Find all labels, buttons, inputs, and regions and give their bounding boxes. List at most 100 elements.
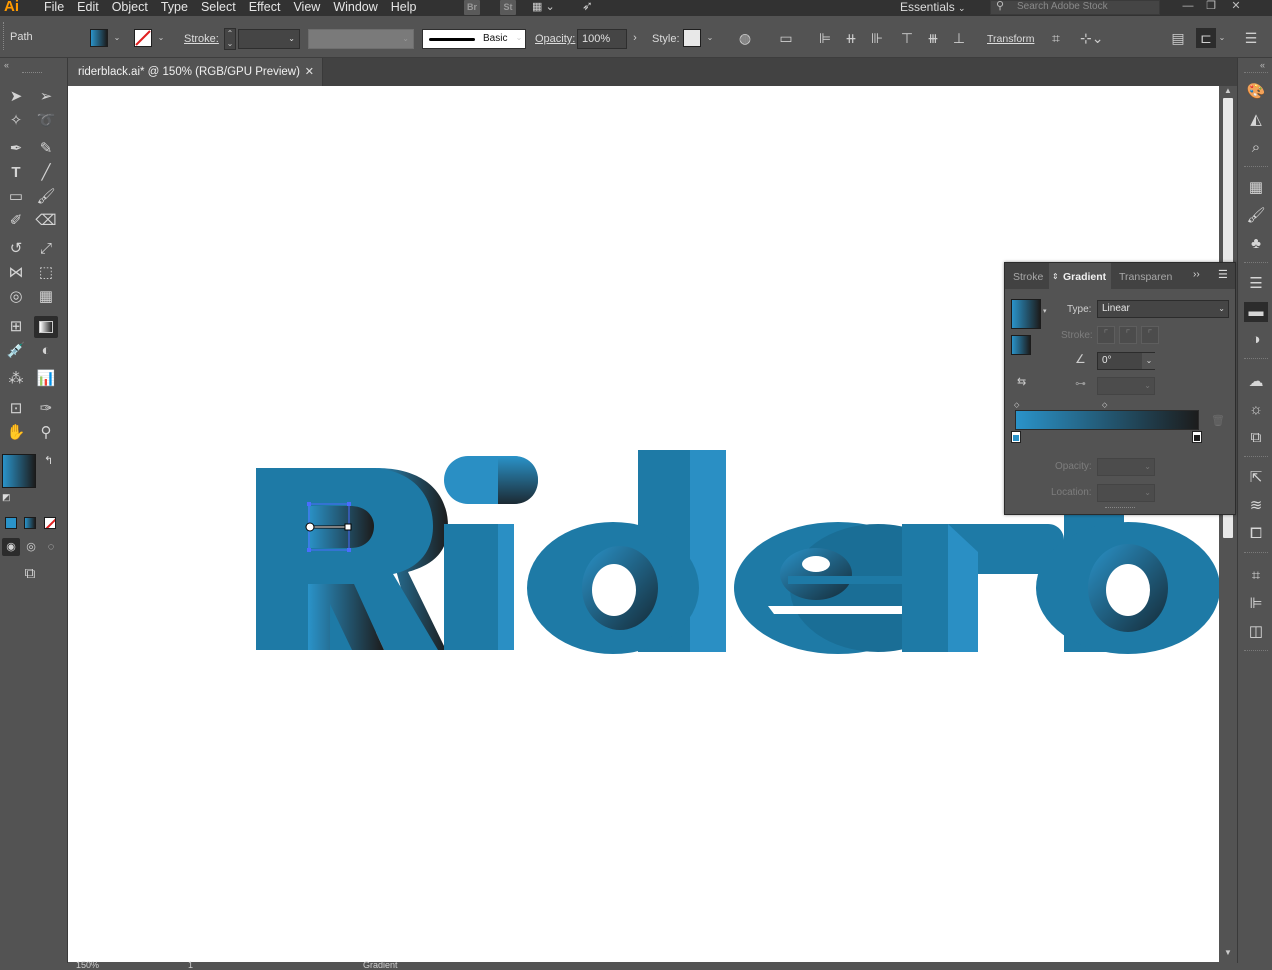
symbol-sprayer-tool-icon[interactable]: ⁂	[4, 368, 28, 390]
zoom-tool-icon[interactable]: ⚲	[34, 422, 58, 444]
layers-panel-icon[interactable]: ≋	[1246, 496, 1266, 516]
align-right-icon[interactable]: ⊪	[867, 28, 887, 48]
menu-file[interactable]: File	[40, 0, 73, 16]
more-tabs-icon[interactable]: ››	[1193, 269, 1200, 280]
align-bottom-icon[interactable]: ⊥	[949, 28, 969, 48]
scale-tool-icon[interactable]: ⤢	[34, 238, 58, 260]
resize-grip-icon[interactable]	[1105, 507, 1135, 508]
chevron-down-icon[interactable]: ⌄	[514, 28, 524, 48]
document-setup-icon[interactable]: ▤	[1168, 28, 1188, 48]
type-tool-icon[interactable]: T	[4, 162, 28, 184]
stop-location-field[interactable]: ⌄	[1097, 484, 1155, 502]
artboards-panel-icon[interactable]: ⧠	[1246, 524, 1266, 544]
scroll-down-icon[interactable]: ▼	[1224, 948, 1232, 957]
graphic-styles-icon[interactable]: ⧉	[1246, 428, 1266, 448]
hand-tool-icon[interactable]: ✋	[4, 422, 28, 444]
menu-object[interactable]: Object	[108, 0, 157, 16]
recolor-artwork-icon[interactable]: ◍	[735, 28, 755, 48]
close-tab-icon[interactable]: ✕	[305, 58, 314, 86]
chevron-down-icon[interactable]: ▾	[1043, 307, 1047, 315]
stroke-weight-stepper[interactable]: ⌃ ⌄	[224, 28, 236, 50]
chevron-down-icon[interactable]: ⌄	[1217, 28, 1227, 48]
rotate-tool-icon[interactable]: ↺	[4, 238, 28, 260]
stroke-within-icon[interactable]: ⌜	[1097, 326, 1115, 344]
shape-icon[interactable]: ▭	[776, 28, 796, 48]
stop-opacity-field[interactable]: ⌄	[1097, 458, 1155, 476]
slice-tool-icon[interactable]: ✑	[34, 398, 58, 420]
menu-edit[interactable]: Edit	[73, 0, 108, 16]
align-vertical-center-icon[interactable]: ⧻	[923, 28, 943, 48]
stock-button[interactable]: St	[500, 0, 516, 15]
expand-panels-icon[interactable]: «	[1260, 60, 1265, 70]
variable-width-profile[interactable]: ⌄	[308, 29, 414, 49]
default-fill-stroke-icon[interactable]: ◩	[2, 492, 11, 503]
align-horizontal-center-icon[interactable]: ⧺	[841, 28, 861, 48]
none-mode-icon[interactable]	[44, 517, 56, 529]
menu-type[interactable]: Type	[157, 0, 197, 16]
align-panel-icon[interactable]: ⊫	[1246, 594, 1266, 614]
stroke-dropdown-icon[interactable]: ⌄	[156, 28, 166, 48]
gradient-tool-icon[interactable]	[34, 316, 58, 338]
pen-tool-icon[interactable]: ✒	[4, 138, 28, 160]
stroke-across-icon[interactable]: ⌜	[1141, 326, 1159, 344]
shape-builder-tool-icon[interactable]: ◎	[4, 286, 28, 308]
image-trace-icon[interactable]: ⌕	[1246, 138, 1266, 158]
symbols-panel-icon[interactable]: ♣	[1246, 234, 1266, 254]
tab-gradient[interactable]: ⇕ Gradient	[1049, 263, 1111, 289]
gradient-type-select[interactable]: Linear ⌄	[1097, 300, 1229, 318]
cc-libraries-icon[interactable]: ☁	[1246, 372, 1266, 392]
aspect-ratio-field[interactable]: ⌄	[1097, 377, 1155, 395]
direct-selection-tool-icon[interactable]: ➢	[34, 86, 58, 108]
free-transform-tool-icon[interactable]: ⬚	[34, 262, 58, 284]
graphic-style-swatch[interactable]	[683, 29, 701, 47]
gradient-mode-icon[interactable]	[24, 517, 36, 529]
selection-tool-icon[interactable]: ➤	[4, 86, 28, 108]
opacity-label[interactable]: Opacity:	[535, 33, 575, 45]
zoom-level[interactable]: 150%	[76, 960, 99, 970]
menu-effect[interactable]: Effect	[245, 0, 290, 16]
swatches-panel-icon[interactable]: ▦	[1246, 178, 1266, 198]
panel-menu-icon[interactable]: ☰	[1218, 268, 1228, 281]
opacity-field[interactable]: 100%	[577, 29, 627, 49]
bridge-button[interactable]: Br	[464, 0, 480, 15]
select-similar-icon[interactable]: ⊹⌄	[1080, 28, 1103, 48]
minimize-icon[interactable]: —	[1180, 0, 1196, 14]
perspective-grid-tool-icon[interactable]: ▦	[34, 286, 58, 308]
chevron-down-icon[interactable]: ⌄	[705, 28, 715, 48]
chevron-right-icon[interactable]: ›	[630, 28, 640, 48]
shaper-tool-icon[interactable]: ✐	[4, 210, 28, 232]
stroke-weight-field[interactable]: ⌄	[238, 29, 300, 49]
transparency-panel-icon[interactable]: ◑	[1246, 330, 1266, 350]
vertical-scrollbar[interactable]: ▲ ▼	[1219, 86, 1237, 962]
blend-tool-icon[interactable]: ◐	[34, 340, 58, 362]
restore-icon[interactable]: ❐	[1203, 0, 1219, 14]
width-tool-icon[interactable]: ⋈	[4, 262, 28, 284]
mesh-tool-icon[interactable]: ⊞	[4, 316, 28, 338]
stroke-swatch[interactable]	[134, 29, 152, 47]
fill-color-swatch[interactable]	[2, 454, 36, 488]
swap-fill-stroke-icon[interactable]: ↰	[44, 454, 53, 467]
appearance-panel-icon[interactable]: ☼	[1246, 400, 1266, 420]
menu-window[interactable]: Window	[329, 0, 386, 16]
line-segment-tool-icon[interactable]: ╱	[34, 162, 58, 184]
midpoint-diamond-icon[interactable]: ◇	[1102, 401, 1107, 409]
isolate-group-icon[interactable]: ⌗	[1046, 28, 1066, 48]
rectangle-tool-icon[interactable]: ▭	[4, 186, 28, 208]
draw-normal-icon[interactable]: ◉	[2, 538, 20, 556]
color-panel-icon[interactable]: 🎨	[1246, 82, 1266, 102]
arrange-documents-icon[interactable]: ▦ ⌄	[532, 0, 560, 14]
stroke-weight-label[interactable]: Stroke:	[184, 33, 219, 45]
menu-help[interactable]: Help	[387, 0, 426, 16]
draw-behind-icon[interactable]: ◎	[22, 538, 40, 556]
pathfinder-panel-icon[interactable]: ◫	[1246, 622, 1266, 642]
close-window-icon[interactable]: ✕	[1228, 0, 1244, 14]
stock-search-input[interactable]: ⚲ Search Adobe Stock	[990, 0, 1160, 15]
paintbrush-tool-icon[interactable]: 🖌	[34, 186, 58, 208]
reverse-gradient-icon[interactable]: ⇆	[1017, 375, 1026, 388]
export-icon[interactable]: ⇱	[1246, 468, 1266, 488]
eyedropper-tool-icon[interactable]: 💉	[4, 340, 28, 362]
fill-swatch[interactable]	[90, 29, 108, 47]
stroke-panel-icon[interactable]: ☰	[1246, 274, 1266, 294]
column-graph-tool-icon[interactable]: 📊	[34, 368, 58, 390]
menu-view[interactable]: View	[289, 0, 329, 16]
